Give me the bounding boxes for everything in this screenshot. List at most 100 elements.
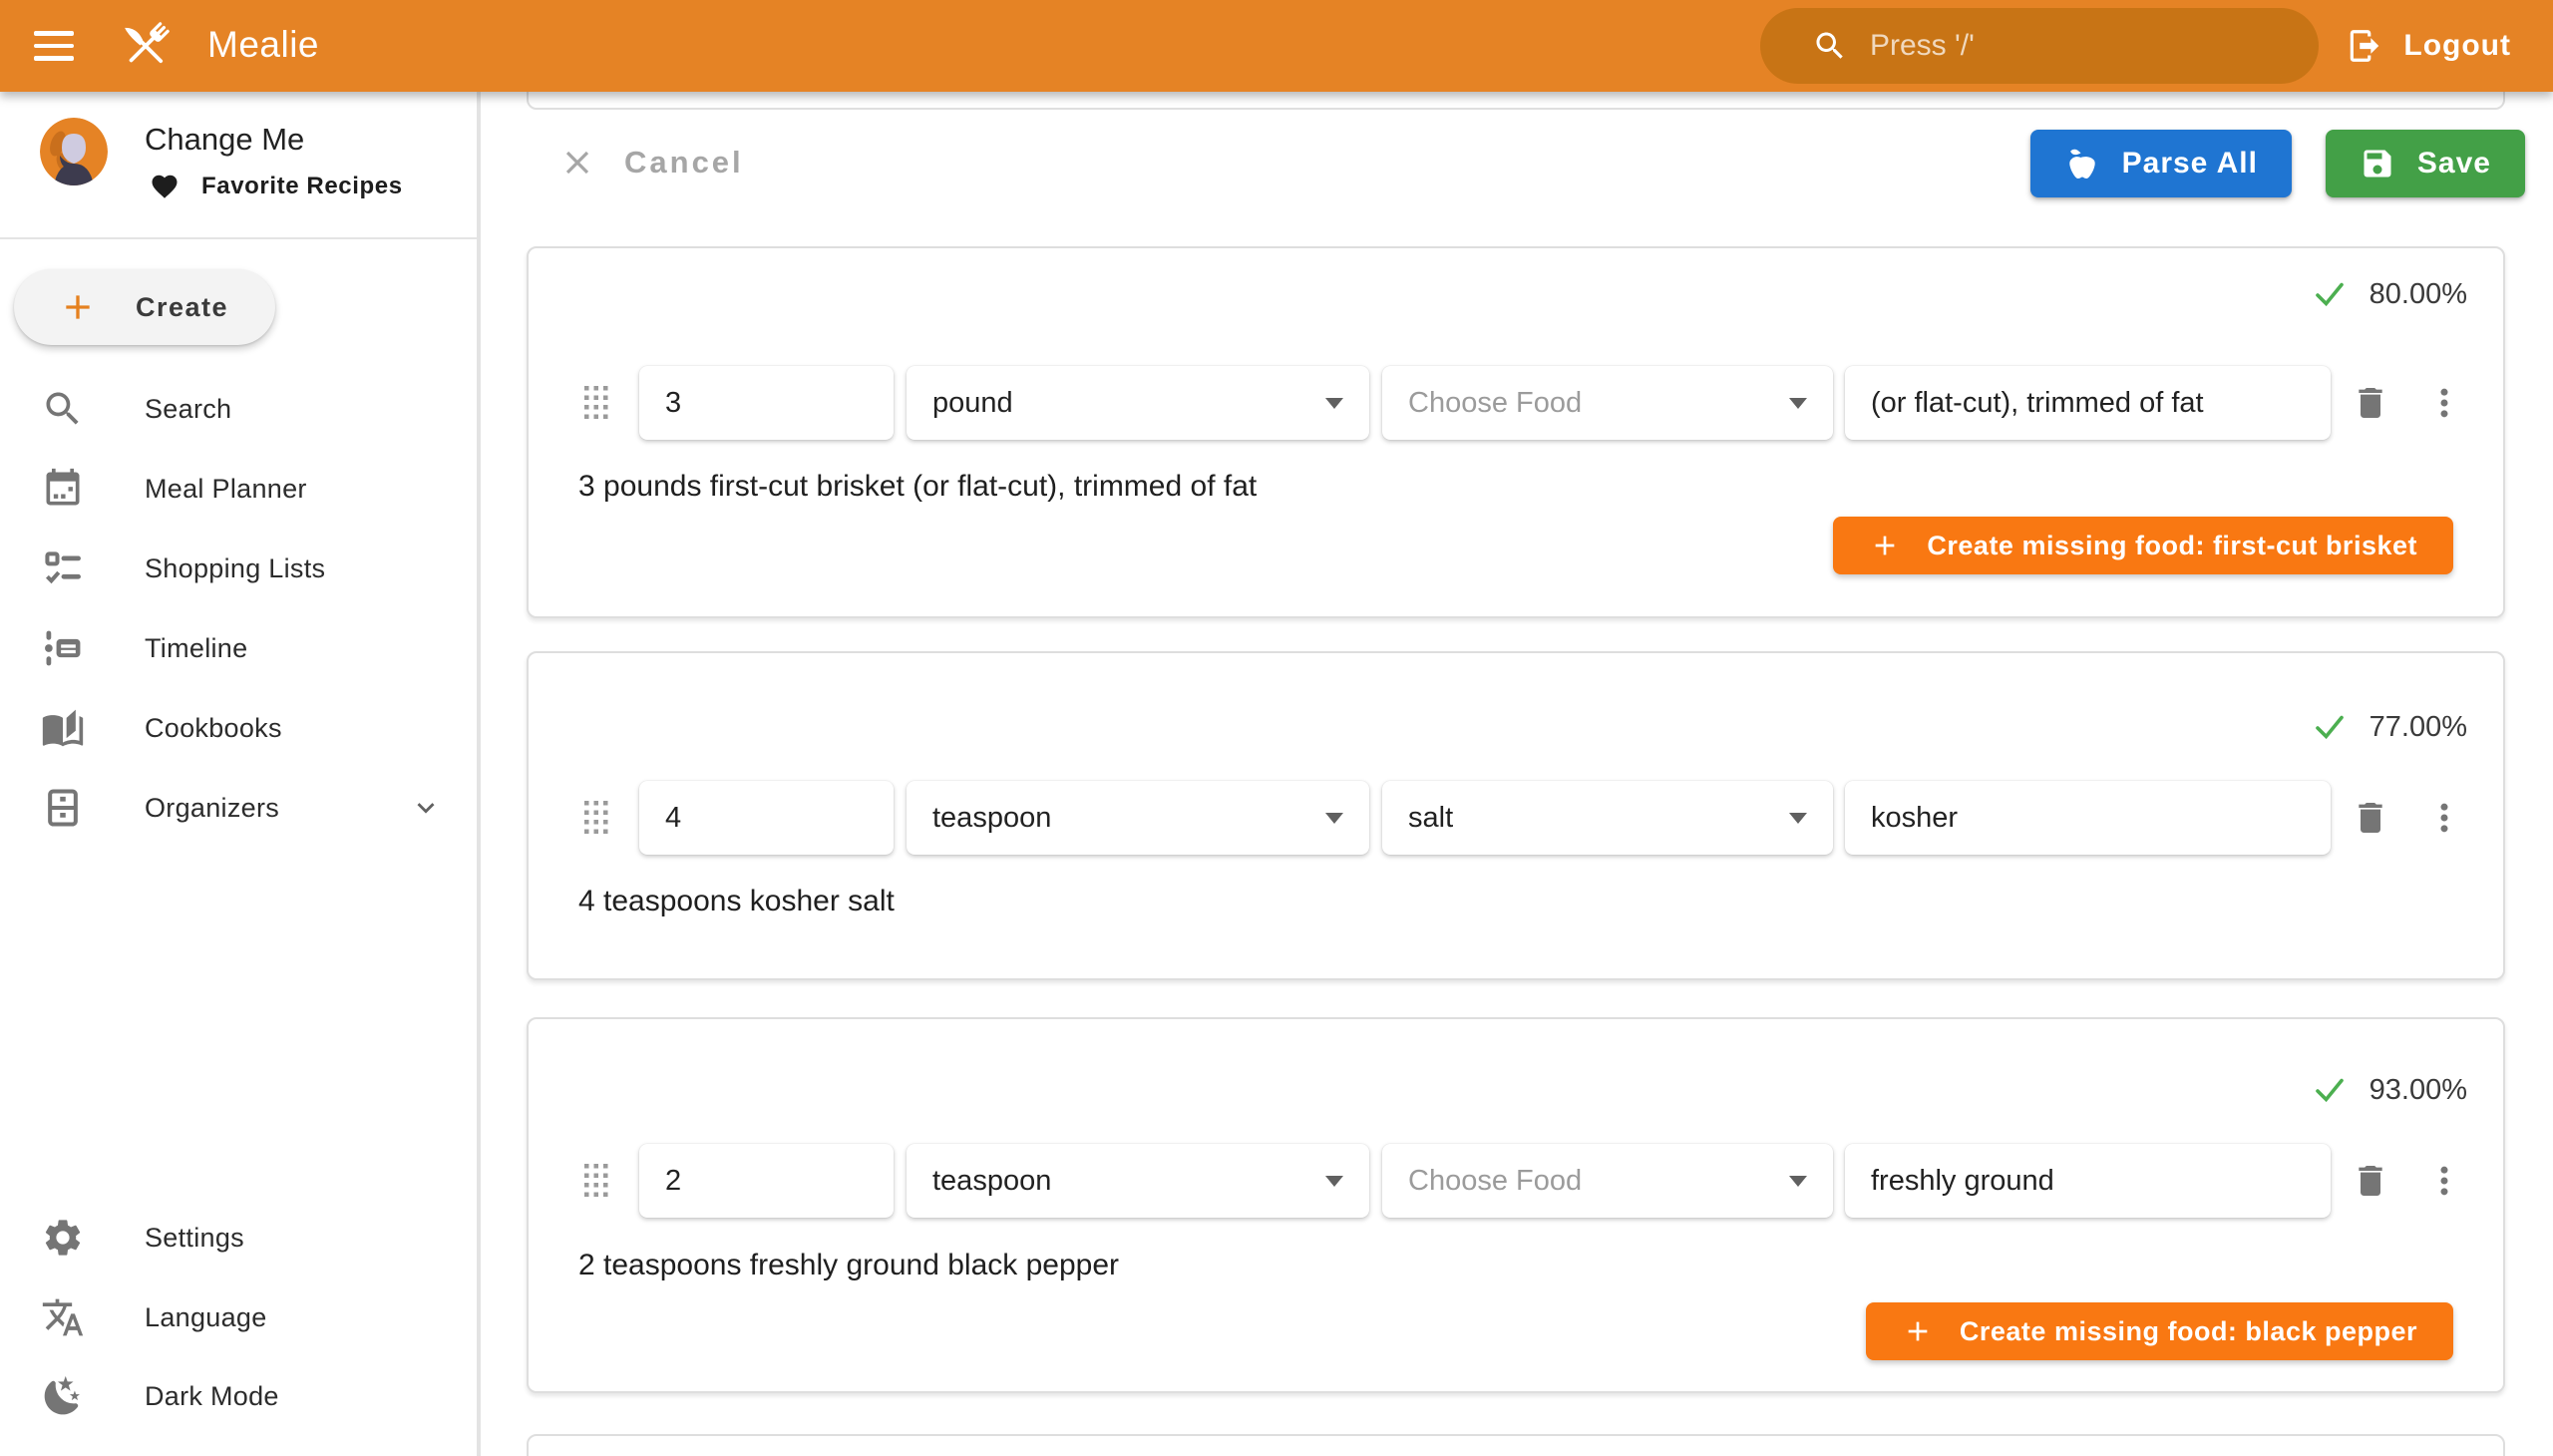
- delete-button[interactable]: [2347, 379, 2394, 427]
- kebab-icon: [2424, 1161, 2464, 1201]
- menu-icon[interactable]: [34, 24, 80, 68]
- ingredient-card: 93.00% teaspoon Choose Food: [527, 1017, 2505, 1393]
- sidebar-item-meal-planner[interactable]: Meal Planner: [0, 449, 477, 529]
- checklist-icon: [40, 546, 86, 591]
- food-placeholder: Choose Food: [1408, 387, 1582, 420]
- create-missing-food-button[interactable]: Create missing food: black pepper: [1866, 1302, 2453, 1360]
- ingredient-card: 77.00% teaspoon salt: [527, 651, 2505, 980]
- trash-icon: [2351, 383, 2390, 423]
- plus-icon: [1902, 1315, 1934, 1347]
- confidence-value: 93.00%: [2370, 1074, 2467, 1107]
- sidebar-item-label: Timeline: [145, 633, 247, 664]
- sidebar-item-language[interactable]: Language: [0, 1277, 477, 1357]
- sidebar-item-label: Shopping Lists: [145, 553, 325, 584]
- cancel-button[interactable]: Cancel: [547, 128, 756, 197]
- more-options-button[interactable]: [2420, 794, 2468, 842]
- chevron-down-icon[interactable]: [409, 791, 443, 825]
- quantity-input[interactable]: [639, 366, 894, 440]
- confidence-indicator: 77.00%: [2312, 709, 2467, 745]
- note-input[interactable]: [1845, 781, 2331, 855]
- app-bar: Mealie Logout: [0, 0, 2553, 92]
- parse-all-label: Parse All: [2122, 147, 2258, 181]
- avatar[interactable]: [40, 118, 108, 185]
- sidebar-item-label: Organizers: [145, 793, 279, 824]
- search-icon: [40, 386, 86, 432]
- note-input[interactable]: [1845, 1144, 2331, 1218]
- delete-button[interactable]: [2347, 1157, 2394, 1205]
- partial-card-below: [527, 1434, 2505, 1456]
- favorite-recipes-link[interactable]: Favorite Recipes: [150, 172, 403, 201]
- logout-button[interactable]: Logout: [2332, 14, 2525, 78]
- quantity-input[interactable]: [639, 1144, 894, 1218]
- quantity-input[interactable]: [639, 781, 894, 855]
- mealie-logo-icon: [112, 12, 180, 80]
- search-input[interactable]: [1870, 29, 2289, 63]
- dropdown-caret-icon: [1789, 1176, 1807, 1187]
- check-icon: [2312, 709, 2348, 745]
- note-input[interactable]: [1845, 366, 2331, 440]
- unit-select[interactable]: teaspoon: [907, 1144, 1369, 1218]
- save-button[interactable]: Save: [2326, 130, 2525, 197]
- sidebar-item-search[interactable]: Search: [0, 369, 477, 449]
- unit-value: teaspoon: [932, 1165, 1051, 1198]
- food-select[interactable]: Choose Food: [1382, 1144, 1833, 1218]
- timeline-icon: [40, 625, 86, 671]
- sidebar-item-timeline[interactable]: Timeline: [0, 608, 477, 688]
- save-icon: [2360, 146, 2395, 182]
- heart-icon: [150, 172, 180, 201]
- sidebar-item-cookbooks[interactable]: Cookbooks: [0, 688, 477, 768]
- sidebar-divider: [0, 237, 477, 239]
- sidebar-item-label: Settings: [145, 1223, 244, 1254]
- ingredient-row: teaspoon salt: [529, 781, 2503, 855]
- gear-icon: [40, 1215, 86, 1261]
- check-icon: [2312, 1072, 2348, 1108]
- sidebar-item-shopping-lists[interactable]: Shopping Lists: [0, 529, 477, 608]
- drag-handle[interactable]: [583, 385, 609, 421]
- kebab-icon: [2424, 798, 2464, 838]
- original-ingredient-text: 3 pounds first-cut brisket (or flat-cut)…: [578, 470, 1257, 504]
- moon-icon: [40, 1373, 86, 1419]
- food-select[interactable]: Choose Food: [1382, 366, 1833, 440]
- original-ingredient-text: 4 teaspoons kosher salt: [578, 885, 895, 918]
- unit-select[interactable]: teaspoon: [907, 781, 1369, 855]
- dropdown-caret-icon: [1325, 398, 1343, 409]
- original-ingredient-text: 2 teaspoons freshly ground black pepper: [578, 1249, 1119, 1282]
- create-missing-food-button[interactable]: Create missing food: first-cut brisket: [1833, 517, 2453, 574]
- delete-button[interactable]: [2347, 794, 2394, 842]
- sidebar-item-dark-mode[interactable]: Dark Mode: [0, 1356, 477, 1436]
- dropdown-caret-icon: [1325, 813, 1343, 824]
- cancel-label: Cancel: [624, 145, 744, 181]
- main-content: Cancel Parse All Save 80.00%: [485, 92, 2553, 1456]
- calendar-icon: [40, 466, 86, 512]
- drag-handle[interactable]: [583, 1163, 609, 1199]
- drag-handle[interactable]: [583, 800, 609, 836]
- sidebar-item-label: Meal Planner: [145, 474, 307, 505]
- confidence-indicator: 80.00%: [2312, 276, 2467, 312]
- trash-icon: [2351, 798, 2390, 838]
- sidebar-item-organizers[interactable]: Organizers: [0, 768, 477, 848]
- dropdown-caret-icon: [1325, 1176, 1343, 1187]
- global-search[interactable]: [1760, 8, 2319, 84]
- food-value: salt: [1408, 802, 1453, 835]
- dropdown-caret-icon: [1789, 813, 1807, 824]
- ingredient-row: pound Choose Food: [529, 366, 2503, 440]
- logout-label: Logout: [2403, 29, 2511, 63]
- confidence-value: 80.00%: [2370, 278, 2467, 311]
- food-select[interactable]: salt: [1382, 781, 1833, 855]
- create-missing-food-label: Create missing food: black pepper: [1960, 1316, 2417, 1347]
- sidebar-item-label: Search: [145, 394, 231, 425]
- ingredient-card: 80.00% pound Choose Food: [527, 246, 2505, 618]
- unit-select[interactable]: pound: [907, 366, 1369, 440]
- food-placeholder: Choose Food: [1408, 1165, 1582, 1198]
- more-options-button[interactable]: [2420, 379, 2468, 427]
- more-options-button[interactable]: [2420, 1157, 2468, 1205]
- confidence-indicator: 93.00%: [2312, 1072, 2467, 1108]
- create-button[interactable]: Create: [14, 269, 275, 345]
- sidebar-item-settings[interactable]: Settings: [0, 1198, 477, 1277]
- parse-all-button[interactable]: Parse All: [2030, 130, 2292, 197]
- create-missing-food-label: Create missing food: first-cut brisket: [1927, 531, 2417, 561]
- create-label: Create: [136, 292, 228, 323]
- search-icon: [1812, 28, 1848, 64]
- sidebar: Change Me Favorite Recipes Create Search…: [0, 92, 481, 1456]
- app-title: Mealie: [207, 24, 319, 66]
